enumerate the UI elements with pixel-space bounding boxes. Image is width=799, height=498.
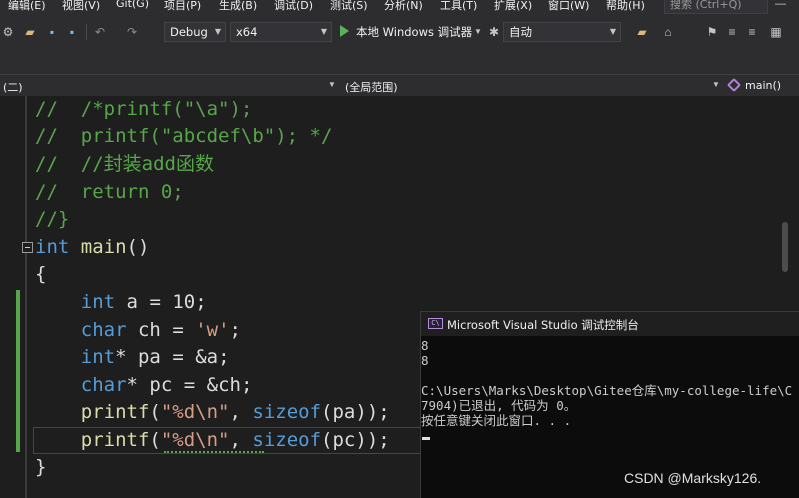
chevron-down-icon: ▼ [328, 80, 336, 89]
menu-help[interactable]: 帮助(H) [606, 0, 645, 13]
configuration-dropdown[interactable]: Debug ▼ [164, 22, 226, 42]
code-line: int* pa = &a; [80, 346, 230, 368]
bookmark-icon[interactable]: ⚑ [704, 24, 720, 40]
home-icon[interactable]: ⌂ [660, 24, 676, 40]
menu-bar: 编辑(E) 视图(V) Git(G) 项目(P) 生成(B) 调试(D) 测试(… [0, 0, 799, 16]
menu-window[interactable]: 窗口(W) [548, 0, 589, 13]
code-line: int main() [35, 236, 150, 258]
code-line: // //封装add函数 [35, 153, 214, 175]
settings-icon[interactable]: ⚙ [0, 24, 16, 40]
undo-icon[interactable]: ↶ [92, 24, 108, 40]
list-icon[interactable]: ≡ [744, 24, 760, 40]
menu-view[interactable]: 视图(V) [62, 0, 100, 13]
code-line: // return 0; [35, 181, 184, 203]
folder-icon[interactable]: ▰ [634, 24, 650, 40]
code-line: printf("%d\n", sizeof(pa)); [80, 401, 390, 423]
chevron-down-icon: ▼ [214, 27, 221, 36]
flame-icon[interactable]: ✱ [486, 24, 502, 40]
list-icon[interactable]: ≡ [724, 24, 740, 40]
scope-dropdown[interactable]: (全局范围) [345, 79, 398, 95]
console-output-line: C:\Users\Marks\Desktop\Gitee仓库\my-colleg… [421, 383, 793, 398]
console-titlebar[interactable]: C\ Microsoft Visual Studio 调试控制台 [421, 312, 799, 336]
configuration-value: Debug [170, 25, 208, 39]
code-line: char ch = 'w'; [80, 319, 241, 341]
console-app-icon: C\ [428, 318, 443, 329]
menu-tools[interactable]: 工具(T) [440, 0, 477, 13]
code-line: char* pc = &ch; [80, 374, 253, 396]
console-title: Microsoft Visual Studio 调试控制台 [447, 318, 639, 332]
menu-extensions[interactable]: 扩展(X) [494, 0, 532, 13]
chevron-down-icon: ▼ [609, 27, 616, 36]
menu-project[interactable]: 项目(P) [164, 0, 201, 13]
project-dropdown[interactable]: (二) [3, 79, 23, 95]
platform-dropdown[interactable]: x64 ▼ [230, 22, 332, 42]
menu-test[interactable]: 测试(S) [330, 0, 368, 13]
chevron-down-icon: ▼ [712, 80, 720, 89]
toolbar-separator [86, 24, 87, 40]
change-indicator [16, 290, 20, 452]
console-output-line: 8 [421, 353, 429, 368]
warning-squiggle [164, 450, 264, 453]
code-line: int a = 10; [80, 291, 207, 313]
save-all-icon[interactable]: ▪ [64, 24, 80, 40]
collapse-icon[interactable] [22, 242, 33, 253]
window-controls-icon[interactable]: — [775, 0, 786, 10]
chevron-down-icon[interactable]: ▼ [470, 24, 486, 40]
console-output-line: 按任意键关闭此窗口. . . [421, 413, 572, 428]
search-input[interactable]: 搜索 (Ctrl+Q) [664, 0, 768, 14]
code-line: // /*printf("\a"); [35, 98, 253, 120]
redo-icon[interactable]: ↷ [124, 24, 140, 40]
watermark: CSDN @Marksky126. [624, 470, 762, 486]
platform-value: x64 [236, 25, 258, 39]
vertical-scrollbar[interactable] [782, 222, 788, 272]
menu-debug[interactable]: 调试(D) [274, 0, 313, 13]
console-output-line: 7904)已退出, 代码为 0。 [421, 398, 577, 413]
text-cursor [422, 437, 430, 440]
outlining-margin [25, 96, 27, 498]
console-output-line: 8 [421, 338, 429, 353]
play-icon[interactable] [340, 25, 349, 37]
open-folder-icon[interactable]: ▰ [22, 24, 38, 40]
menu-analyze[interactable]: 分析(N) [384, 0, 423, 13]
code-line: //} [35, 208, 70, 230]
code-line: // printf("abcdef\b"); */ [35, 125, 333, 147]
navigation-bar: (二) ▼ (全局范围) ▼ main() [0, 74, 799, 96]
run-mode-dropdown[interactable]: 自动 ▼ [503, 22, 621, 42]
start-debugger-button[interactable]: 本地 Windows 调试器 [356, 24, 472, 40]
document-tab-strip [0, 48, 799, 74]
function-dropdown[interactable]: main() [745, 79, 781, 92]
code-line: } [35, 456, 47, 478]
menu-build[interactable]: 生成(B) [219, 0, 257, 13]
menu-edit[interactable]: 编辑(E) [8, 0, 46, 13]
save-icon[interactable]: ▪ [44, 24, 60, 40]
chevron-down-icon: ▼ [320, 27, 327, 36]
function-icon [726, 77, 742, 93]
run-mode-value: 自动 [509, 25, 532, 39]
grid-icon[interactable]: ▦ [768, 24, 784, 40]
menu-git[interactable]: Git(G) [116, 0, 149, 10]
toolbar: ⚙ ▰ ▪ ▪ ↶ ↷ Debug ▼ x64 ▼ 本地 Windows 调试器… [0, 16, 799, 48]
code-line: { [35, 263, 47, 285]
